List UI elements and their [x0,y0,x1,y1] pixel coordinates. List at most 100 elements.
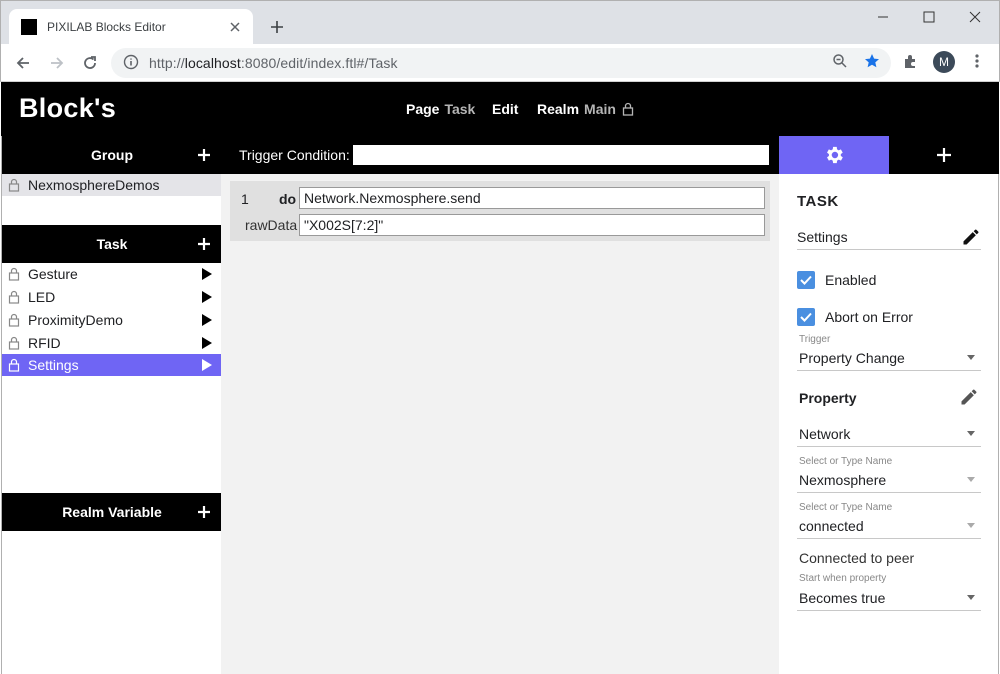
start-condition-value: Becomes true [799,589,886,606]
add-realm-variable-icon[interactable] [194,502,214,522]
realm-menu-label: Realm [537,101,580,117]
function-field[interactable]: Network.Nexmosphere.send [299,187,765,209]
dropdown-caret-icon [967,477,975,482]
task-item-gesture[interactable]: Gesture [2,263,222,285]
task-name-field[interactable]: Settings [797,224,981,250]
property-name-select[interactable]: connected [797,513,981,539]
page-menu-value: Task [444,101,476,117]
lock-icon [8,358,20,372]
start-condition-select[interactable]: Becomes true [797,585,981,611]
favicon-icon [21,19,37,35]
zoom-icon[interactable] [827,48,853,74]
tab-title: PIXILAB Blocks Editor [47,20,166,34]
task-properties-panel: TASK Settings Enabled Abort on Error Tri… [779,174,999,674]
lock-icon [8,290,20,304]
abort-on-error-label: Abort on Error [825,309,913,325]
gear-icon [827,146,843,164]
reload-icon[interactable] [77,50,103,76]
properties-tab[interactable] [779,136,889,174]
block-canvas[interactable]: 1 do Network.Nexmosphere.send rawData "X… [221,174,779,674]
page-menu-label: Page [406,101,440,117]
property-pencil-icon[interactable] [959,387,979,407]
profile-avatar[interactable]: M [933,51,955,73]
window-close-icon[interactable] [952,1,998,33]
task-item-label: ProximityDemo [28,312,123,328]
lock-icon [8,313,20,327]
realm-variable-section-header: Realm Variable [2,493,222,531]
play-arrow-icon[interactable] [202,337,212,349]
back-icon[interactable] [10,50,36,76]
trigger-caption: Trigger [799,334,831,345]
lock-icon [8,336,20,350]
realm-variable-section-title: Realm Variable [62,504,162,520]
task-item-settings[interactable]: Settings [2,354,222,376]
property-root-select[interactable]: Network [797,421,981,447]
task-item-label: Gesture [28,266,78,282]
add-task-icon[interactable] [194,234,214,254]
task-item-proximitydemo[interactable]: ProximityDemo [2,309,222,331]
minimize-icon[interactable] [860,1,906,33]
extensions-icon[interactable] [898,48,924,74]
property-device-select[interactable]: Nexmosphere [797,467,981,493]
browser-menu-icon[interactable] [964,48,990,74]
line-number: 1 [241,191,249,207]
play-arrow-icon[interactable] [202,314,212,326]
address-bar[interactable]: http://localhost:8080/edit/index.ftl#/Ta… [111,48,891,78]
property-description: Connected to peer [799,550,915,566]
bookmark-star-icon[interactable] [859,48,885,74]
lock-icon [8,267,20,281]
group-section-header: Group [2,136,222,174]
play-arrow-icon[interactable] [202,291,212,303]
browser-tab[interactable]: PIXILAB Blocks Editor [9,9,253,45]
task-item-label: RFID [28,335,61,351]
task-section-title: Task [96,236,128,252]
realm-menu[interactable]: Realm Main [537,101,634,117]
check-icon [800,275,812,285]
dropdown-caret-icon [967,523,975,528]
pencil-icon[interactable] [961,227,981,247]
trigger-condition-input[interactable] [353,145,769,165]
maximize-icon[interactable] [906,1,952,33]
new-tab-icon[interactable] [265,15,289,39]
realm-menu-value: Main [584,101,616,117]
task-item-label: Settings [28,357,79,373]
enabled-checkbox[interactable] [797,271,815,289]
trigger-condition-bar: Trigger Condition: [221,136,779,174]
do-keyword: do [279,191,297,207]
tab-close-icon[interactable] [227,19,243,35]
dropdown-caret-icon [967,595,975,600]
statement-block[interactable]: 1 do Network.Nexmosphere.send rawData "X… [230,181,770,241]
play-arrow-icon[interactable] [202,359,212,371]
plus-icon [937,148,951,162]
property-name-value: connected [799,517,864,534]
app-header: Block's Page Task Edit Realm Main [1,82,999,136]
edit-menu[interactable]: Edit [492,101,518,117]
forward-icon[interactable] [44,50,70,76]
property-device-value: Nexmosphere [799,471,887,488]
task-item-rfid[interactable]: RFID [2,332,222,354]
property-caption: Select or Type Name [799,502,893,513]
task-item-label: LED [28,289,56,305]
check-icon [800,312,812,322]
enabled-label: Enabled [825,272,877,288]
group-section-title: Group [91,147,133,163]
lock-icon [8,178,20,192]
trigger-select-value: Property Change [799,349,905,366]
add-block-tab[interactable] [889,136,999,174]
left-sidebar: Group NexmosphereDemos Task Gesture LED … [1,136,222,674]
task-item-led[interactable]: LED [2,286,222,308]
device-caption: Select or Type Name [799,456,893,467]
realm-lock-icon [622,102,634,116]
site-info-icon[interactable] [123,54,139,73]
play-arrow-icon[interactable] [202,268,212,280]
rawdata-field[interactable]: "X002S[7:2]" [299,214,765,236]
trigger-condition-label: Trigger Condition: [239,147,350,163]
abort-on-error-checkbox[interactable] [797,308,815,326]
add-group-icon[interactable] [194,145,214,165]
rawdata-label: rawData [245,217,298,233]
group-item-nexmospheredemos[interactable]: NexmosphereDemos [2,174,222,196]
panel-title: TASK [797,193,839,210]
trigger-select[interactable]: Property Change [797,345,981,371]
url-text: http://localhost:8080/edit/index.ftl#/Ta… [149,55,398,71]
page-menu[interactable]: Page Task [406,101,475,117]
